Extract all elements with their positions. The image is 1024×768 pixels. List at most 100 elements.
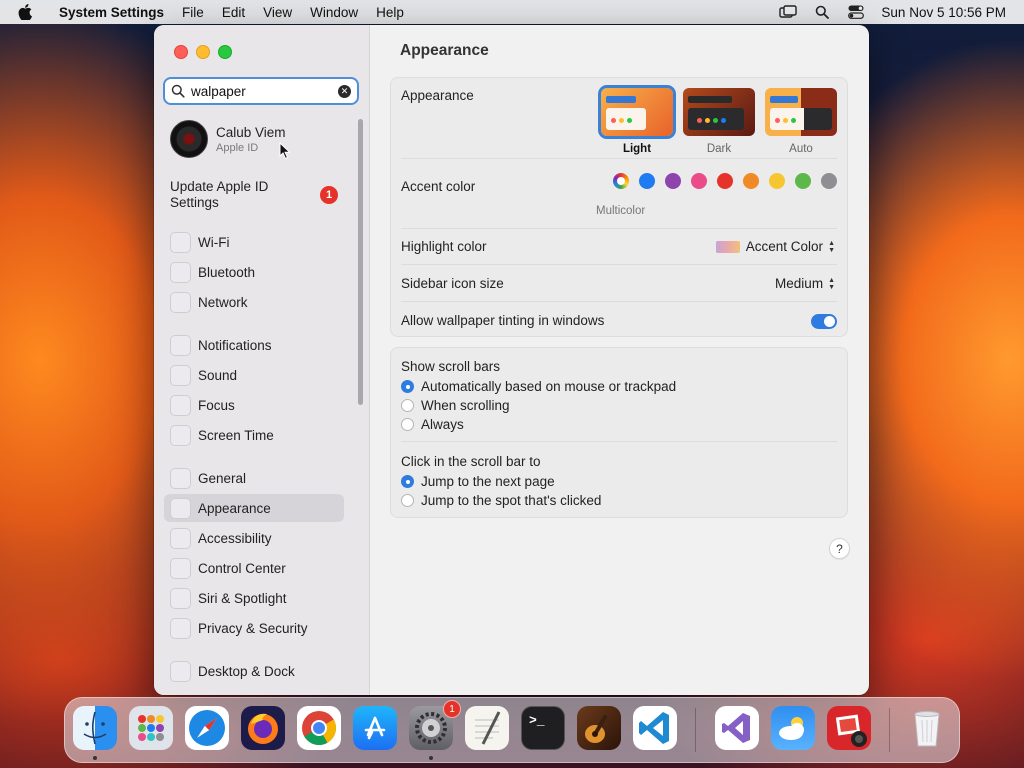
accent-swatch-purple[interactable] — [665, 173, 681, 189]
mouse-pointer-icon — [279, 142, 291, 160]
system-settings-icon[interactable]: 1 — [409, 700, 461, 750]
highlight-color-label: Highlight color — [401, 239, 487, 254]
radio-button[interactable] — [401, 494, 414, 507]
privacy-hand-icon — [170, 617, 191, 639]
menu-file[interactable]: File — [173, 5, 213, 20]
menu-clock[interactable]: Sun Nov 5 10:56 PM — [873, 5, 1006, 20]
accent-swatch-multicolor[interactable] — [613, 173, 629, 189]
divider — [401, 301, 837, 302]
sidebar-item-label: Screen Time — [198, 427, 274, 443]
page-title: Appearance — [400, 42, 489, 59]
appearance-option-label: Dark — [706, 143, 732, 155]
accent-swatch-red[interactable] — [717, 173, 733, 189]
apple-menu-icon[interactable] — [0, 4, 50, 20]
trash-icon[interactable] — [905, 706, 949, 750]
sidebar-item-wifi[interactable]: Wi-Fi — [164, 228, 344, 256]
search-field[interactable]: ✕ — [163, 77, 359, 105]
sidebar-item-control-center[interactable]: Control Center — [164, 554, 344, 582]
accent-swatch-pink[interactable] — [691, 173, 707, 189]
menu-window[interactable]: Window — [301, 5, 367, 20]
wallpaper-tinting-toggle[interactable] — [811, 314, 837, 329]
appearance-icon — [170, 497, 191, 519]
accent-color-swatches — [613, 173, 837, 189]
appearance-option-auto[interactable]: Auto — [765, 88, 837, 155]
safari-icon[interactable] — [185, 706, 229, 750]
click-scroll-option-next-page[interactable]: Jump to the next page — [401, 474, 555, 489]
accent-swatch-green[interactable] — [795, 173, 811, 189]
sidebar-item-sound[interactable]: Sound — [164, 361, 344, 389]
appearance-settings-card: Appearance Light Dark Auto Accent color … — [390, 77, 848, 337]
sidebar-item-general[interactable]: General — [164, 464, 344, 492]
terminal-icon[interactable]: >_ — [521, 706, 565, 750]
apple-id-account[interactable]: Calub Viem Apple ID — [170, 120, 286, 158]
spotlight-search-icon[interactable] — [805, 5, 839, 19]
screen-mirroring-icon[interactable] — [771, 5, 805, 19]
accent-swatch-yellow[interactable] — [769, 173, 785, 189]
sidebar-item-network[interactable]: Network — [164, 288, 344, 316]
click-scroll-option-spot-clicked[interactable]: Jump to the spot that's clicked — [401, 493, 601, 508]
radio-button-selected[interactable] — [401, 380, 414, 393]
scroll-bars-option-auto[interactable]: Automatically based on mouse or trackpad — [401, 379, 676, 394]
account-name: Calub Viem — [216, 124, 286, 140]
chrome-icon[interactable] — [297, 706, 341, 750]
sidebar-item-siri-spotlight[interactable]: Siri & Spotlight — [164, 584, 344, 612]
sidebar-item-privacy-security[interactable]: Privacy & Security — [164, 614, 344, 642]
finder-icon[interactable] — [73, 706, 117, 750]
vscode-icon[interactable] — [633, 706, 677, 750]
desktop-dock-icon — [170, 660, 191, 682]
accent-swatch-orange[interactable] — [743, 173, 759, 189]
zoom-window-button[interactable] — [218, 45, 232, 59]
minimize-window-button[interactable] — [196, 45, 210, 59]
siri-icon — [170, 587, 191, 609]
sidebar-item-label: Focus — [198, 397, 235, 413]
sidebar-item-screen-time[interactable]: Screen Time — [164, 421, 344, 449]
sidebar: ✕ Calub Viem Apple ID Update Apple ID Se… — [154, 25, 370, 695]
firefox-icon[interactable] — [241, 706, 285, 750]
sidebar-item-desktop-dock[interactable]: Desktop & Dock — [164, 657, 344, 685]
running-indicator — [429, 756, 433, 760]
help-button[interactable]: ? — [829, 538, 850, 559]
radio-button[interactable] — [401, 418, 414, 431]
menu-app-name[interactable]: System Settings — [50, 5, 173, 20]
appearance-option-dark[interactable]: Dark — [683, 88, 755, 155]
weather-icon[interactable] — [771, 706, 815, 750]
sidebar-item-notifications[interactable]: Notifications — [164, 331, 344, 359]
show-scroll-bars-label: Show scroll bars — [401, 359, 501, 374]
sidebar-item-appearance[interactable]: Appearance — [164, 494, 344, 522]
launchpad-icon[interactable] — [129, 706, 173, 750]
sidebar-item-label: Wi-Fi — [198, 234, 230, 250]
photo-booth-icon[interactable] — [827, 706, 871, 750]
textedit-icon[interactable] — [465, 706, 509, 750]
search-input[interactable] — [191, 83, 338, 99]
accent-swatch-graphite[interactable] — [821, 173, 837, 189]
divider — [401, 264, 837, 265]
control-center-icon[interactable] — [839, 5, 873, 19]
sidebar-item-bluetooth[interactable]: Bluetooth — [164, 258, 344, 286]
menu-view[interactable]: View — [254, 5, 301, 20]
sidebar-item-accessibility[interactable]: Accessibility — [164, 524, 344, 552]
running-indicator — [93, 756, 97, 760]
radio-button-selected[interactable] — [401, 475, 414, 488]
visual-studio-icon[interactable] — [715, 706, 759, 750]
highlight-color-select[interactable]: Accent Color ▲ ▼ — [715, 239, 835, 254]
scroll-bars-option-scrolling[interactable]: When scrolling — [401, 398, 510, 413]
clear-search-icon[interactable]: ✕ — [338, 84, 351, 98]
radio-button[interactable] — [401, 399, 414, 412]
sidebar-item-focus[interactable]: Focus — [164, 391, 344, 419]
accent-swatch-blue[interactable] — [639, 173, 655, 189]
scroll-bars-option-always[interactable]: Always — [401, 417, 464, 432]
notification-badge: 1 — [320, 186, 338, 204]
menu-edit[interactable]: Edit — [213, 5, 254, 20]
menu-help[interactable]: Help — [367, 5, 413, 20]
chevron-up-down-icon: ▲ ▼ — [828, 239, 835, 254]
sidebar-scrollbar[interactable] — [358, 119, 363, 405]
appearance-option-light[interactable]: Light — [598, 85, 676, 155]
appearance-option-label: Auto — [789, 143, 813, 155]
sidebar-item-label: General — [198, 470, 247, 486]
sidebar-icon-size-select[interactable]: Medium ▲ ▼ — [775, 276, 835, 291]
update-apple-id-settings[interactable]: Update Apple ID Settings — [170, 179, 310, 211]
close-window-button[interactable] — [174, 45, 188, 59]
app-store-icon[interactable] — [353, 706, 397, 750]
garageband-icon[interactable] — [577, 706, 621, 750]
network-icon — [170, 291, 191, 313]
